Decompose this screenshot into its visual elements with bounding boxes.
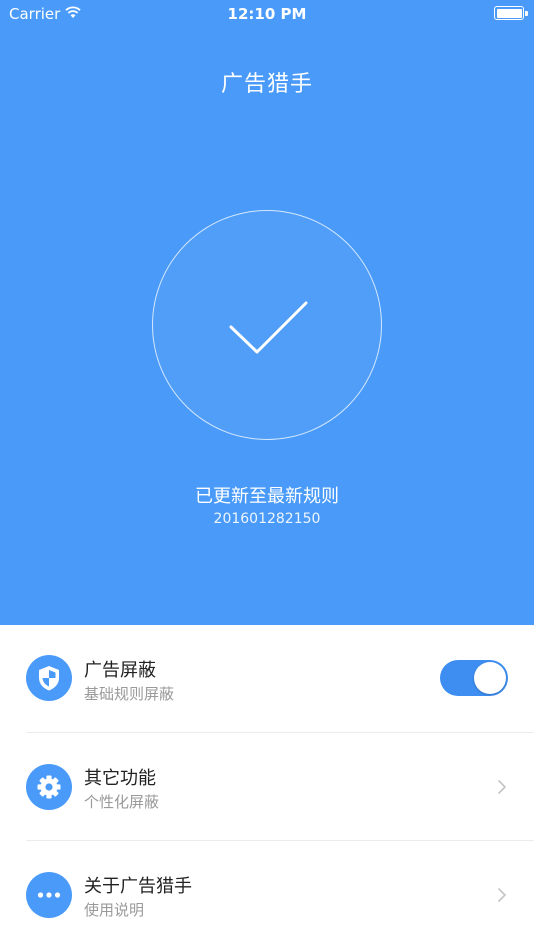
shield-icon (26, 655, 72, 701)
list-item-ad-block[interactable]: 广告屏蔽 基础规则屏蔽 (0, 625, 534, 733)
checkmark-icon (229, 301, 308, 354)
other-features-subtitle: 个性化屏蔽 (84, 793, 160, 811)
ad-block-subtitle: 基础规则屏蔽 (84, 685, 175, 703)
about-subtitle: 使用说明 (84, 901, 145, 919)
gear-icon (26, 764, 72, 810)
list-item-other-features[interactable]: 其它功能 个性化屏蔽 (0, 733, 534, 841)
hero-panel: Carrier 12:10 PM 广告猎手 已更新至最新规则 201601282… (0, 0, 534, 625)
page-title: 广告猎手 (220, 72, 313, 97)
status-circle (152, 210, 382, 440)
battery-icon (494, 6, 528, 20)
settings-list: 广告屏蔽 基础规则屏蔽 其它功能 个性化屏蔽 关于广告猎手 使用说明 (0, 625, 534, 949)
list-item-about[interactable]: 关于广告猎手 使用说明 (0, 841, 534, 949)
ad-block-toggle[interactable] (440, 660, 508, 696)
ad-block-title: 广告屏蔽 (84, 660, 156, 681)
status-message: 已更新至最新规则 (195, 486, 339, 507)
chevron-right-icon (496, 886, 508, 904)
chevron-right-icon (496, 778, 508, 796)
clock: 12:10 PM (227, 5, 307, 23)
rules-version: 201601282150 (213, 511, 321, 527)
more-dots-icon (26, 872, 72, 918)
about-title: 关于广告猎手 (84, 876, 192, 897)
other-features-title: 其它功能 (84, 768, 156, 789)
toggle-knob (474, 662, 506, 694)
status-bar: Carrier 12:10 PM (0, 0, 534, 28)
